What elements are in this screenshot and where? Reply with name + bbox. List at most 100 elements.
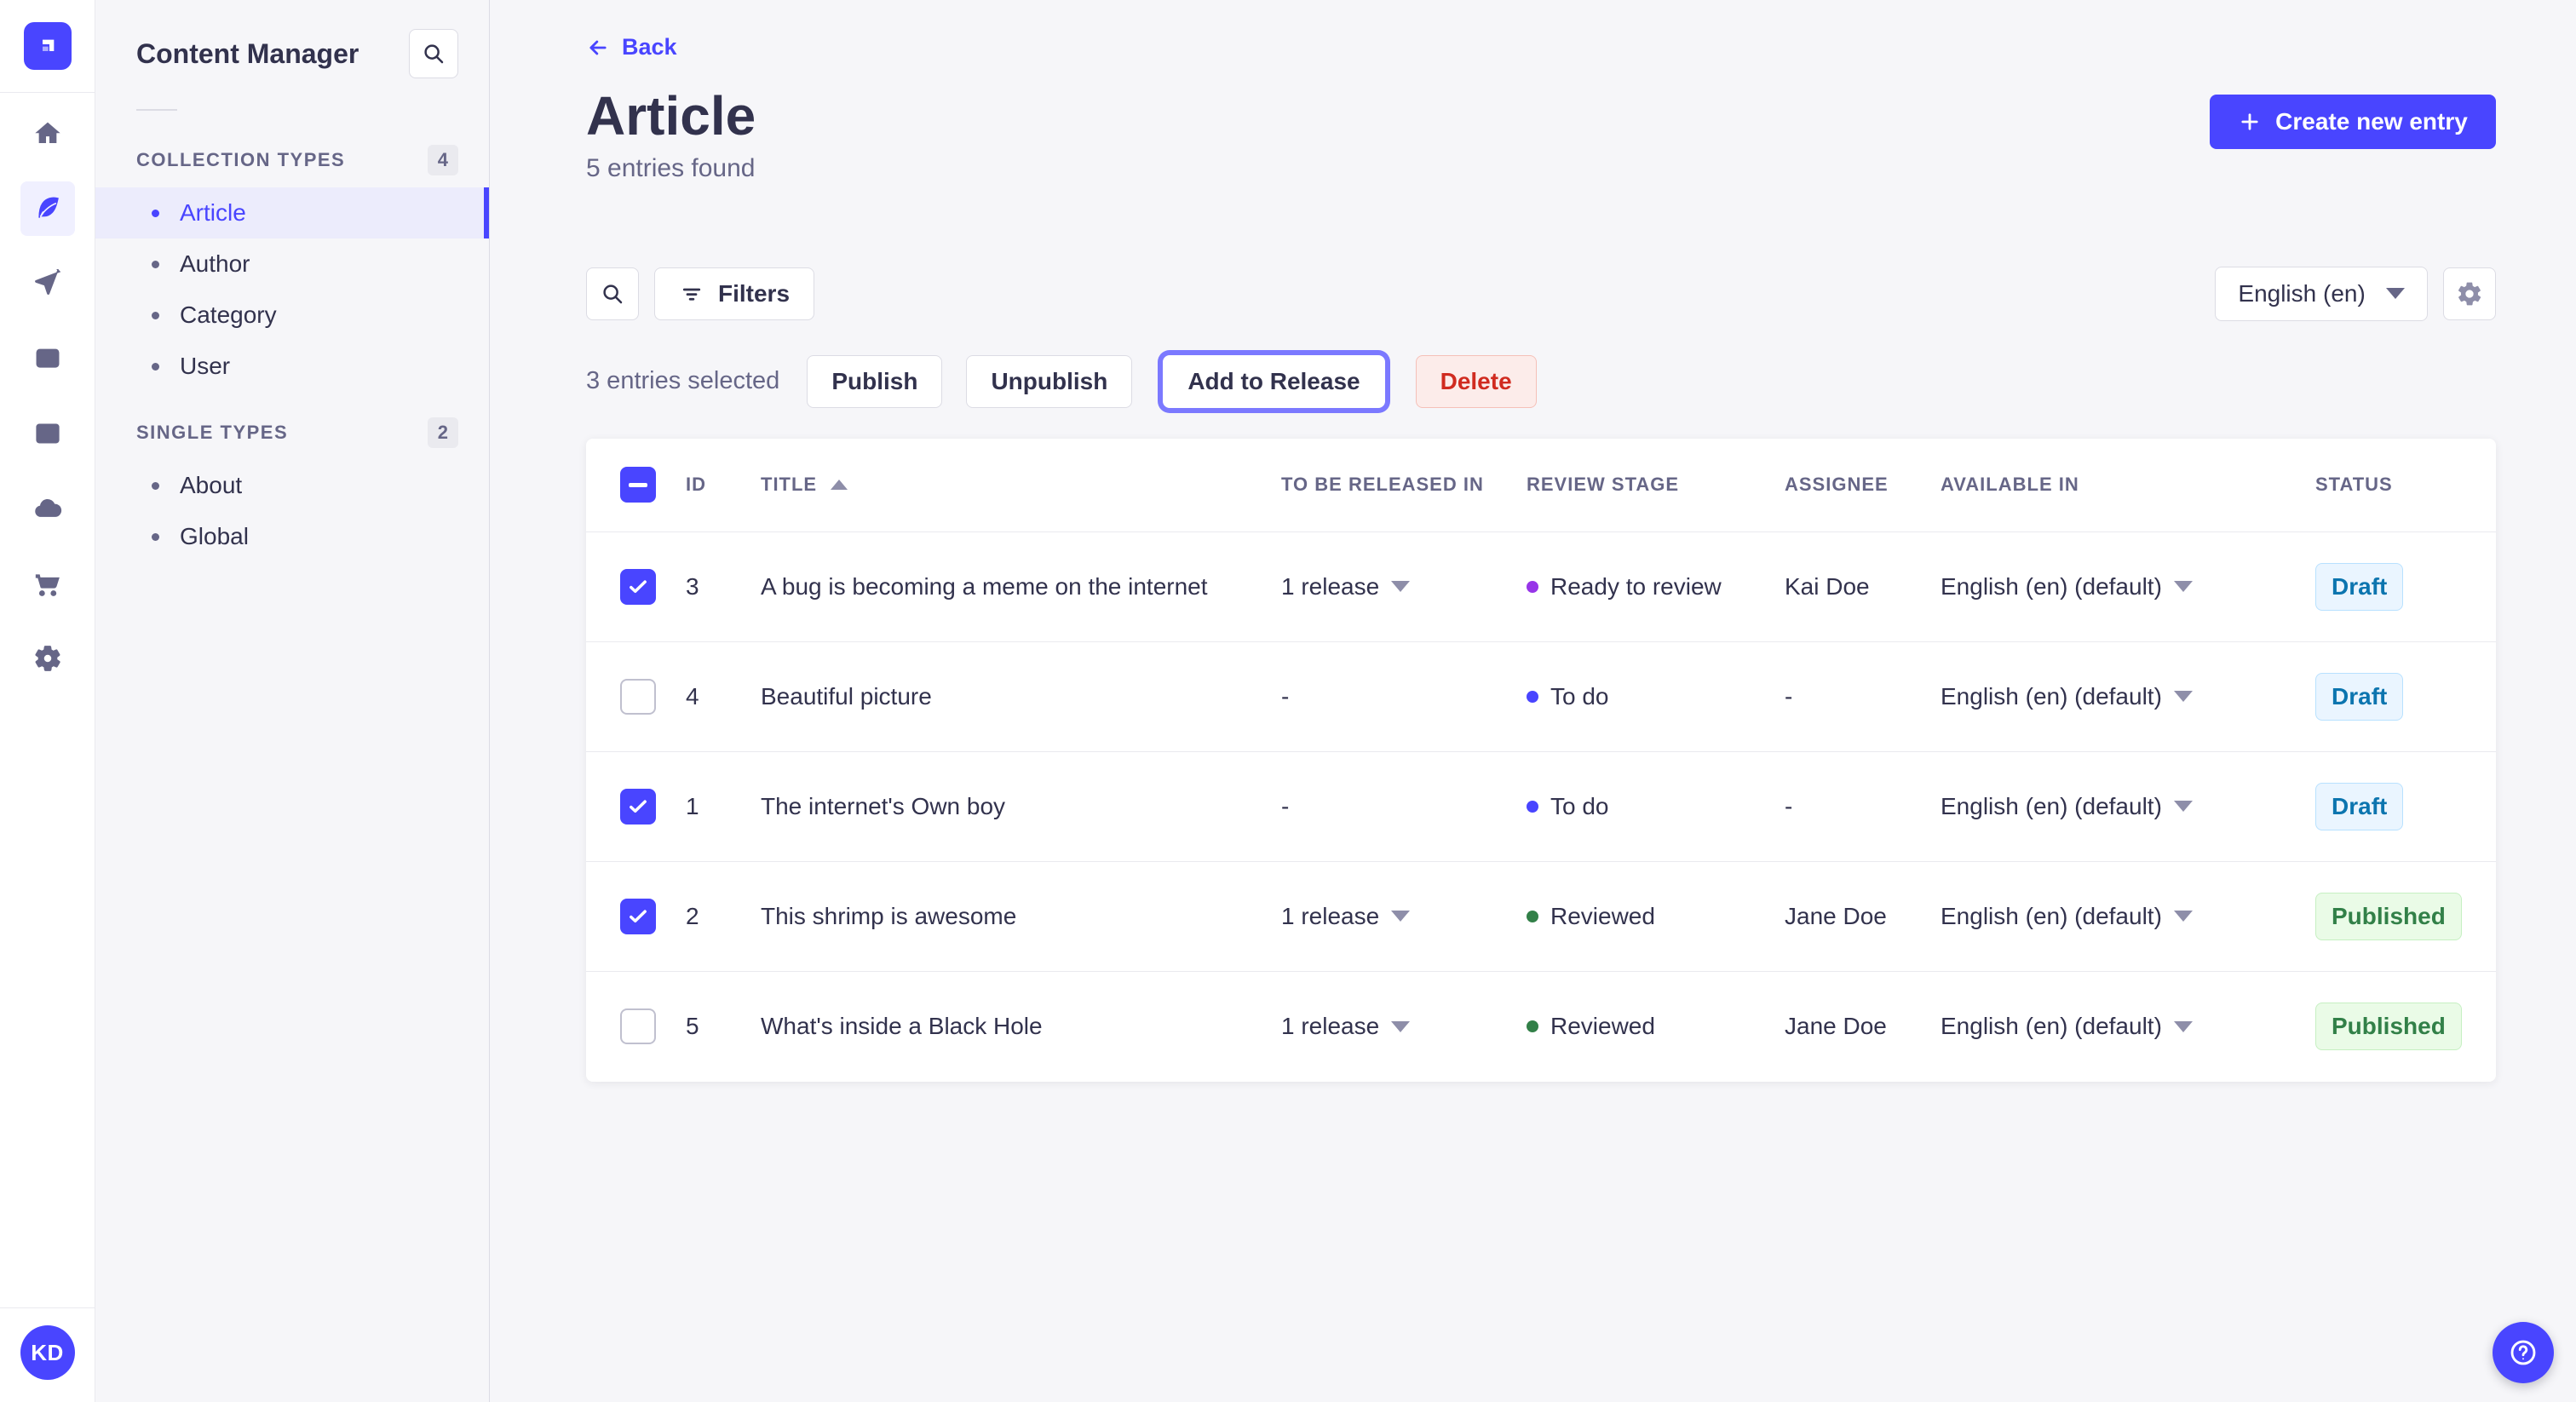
sidebar-item-global[interactable]: Global [95,511,489,562]
cell-assignee: Kai Doe [1785,572,1870,600]
minus-icon [629,482,647,487]
row-checkbox[interactable] [620,568,656,605]
unpublish-button[interactable]: Unpublish [966,354,1133,408]
cell-available-in[interactable]: English (en) (default) [1941,683,2315,710]
row-checkbox[interactable] [620,678,656,715]
check-icon [630,800,647,813]
sidebar-item-about[interactable]: About [95,460,489,511]
check-icon [630,910,647,922]
avatar[interactable]: KD [20,1325,75,1380]
column-header-available-in[interactable]: AVAILABLE IN [1941,474,2315,496]
cell-available-in[interactable]: English (en) (default) [1941,903,2315,930]
cell-title: The internet's Own boy [761,792,1006,819]
status-badge: Published [2315,892,2462,940]
sidebar-item-label: Category [180,302,277,328]
gear-icon [2458,282,2481,306]
divider [136,109,177,111]
page-title: Article [586,84,756,147]
bullet-icon [152,532,159,541]
help-icon [2510,1340,2536,1365]
row-checkbox[interactable] [620,1008,656,1045]
cell-id: 3 [686,572,699,600]
settings-gear-icon[interactable] [20,631,75,686]
sidebar: Content Manager COLLECTION TYPES 4 Artic… [95,0,490,1402]
bullet-icon [152,362,159,371]
sidebar-item-label: Author [180,250,250,277]
app-root: KD Content Manager COLLECTION TYPES 4 Ar… [0,0,2576,1402]
check-icon [630,580,647,593]
media-library-images-icon[interactable] [20,331,75,386]
table-row: 3 A bug is becoming a meme on the intern… [586,532,2496,642]
create-new-entry-button[interactable]: Create new entry [2210,94,2496,149]
filter-icon [682,288,701,301]
sidebar-search-button[interactable] [409,29,458,78]
row-checkbox[interactable] [620,788,656,825]
entries-table: ID TITLE TO BE RELEASED IN REVIEW STAGE … [586,438,2496,1082]
publish-button[interactable]: Publish [807,354,943,408]
cell-title: What's inside a Black Hole [761,1013,1043,1040]
chevron-down-icon [2173,1020,2193,1032]
cell-assignee: - [1785,792,1793,819]
search-icon [424,44,444,64]
collection-types-label: COLLECTION TYPES [136,149,346,170]
column-header-release[interactable]: TO BE RELEASED IN [1281,474,1527,496]
cell-to-be-released-in[interactable]: 1 release [1281,1013,1527,1040]
marketplace-cart-icon[interactable] [20,556,75,611]
strapi-logo-icon[interactable] [23,22,72,70]
cell-id: 5 [686,1013,699,1040]
stage-dot-icon [1527,800,1538,813]
plus-icon [2241,112,2258,130]
cell-review-stage: Reviewed [1527,903,1785,930]
sidebar-item-category[interactable]: Category [95,290,489,341]
delete-button[interactable]: Delete [1415,354,1537,408]
stage-dot-icon [1527,1020,1538,1033]
home-icon[interactable] [20,106,75,161]
cell-to-be-released-in[interactable]: - [1281,683,1527,710]
table-header-row: ID TITLE TO BE RELEASED IN REVIEW STAGE … [586,439,2496,532]
add-to-release-button[interactable]: Add to Release [1163,354,1385,408]
cell-to-be-released-in[interactable]: 1 release [1281,573,1527,600]
bullet-icon [152,311,159,319]
content-type-builder-layout-icon[interactable] [20,406,75,461]
table-row: 4 Beautiful picture - To do - English (e… [586,642,2496,752]
help-button[interactable] [2493,1322,2554,1383]
cell-available-in[interactable]: English (en) (default) [1941,793,2315,820]
main-content: Back Article 5 entries found Create new … [490,0,2576,1402]
collection-types-count-badge: 4 [427,145,458,175]
column-header-review-stage[interactable]: REVIEW STAGE [1527,474,1785,496]
sidebar-item-user[interactable]: User [95,341,489,392]
filters-button[interactable]: Filters [654,267,815,320]
cell-assignee: Jane Doe [1785,1013,1887,1040]
chevron-down-icon [2173,801,2193,813]
cell-id: 1 [686,792,699,819]
sidebar-item-article[interactable]: Article [95,187,489,238]
single-types-list: About Global [95,460,489,562]
stage-dot-icon [1527,580,1538,593]
row-checkbox[interactable] [620,898,656,934]
bullet-icon [152,209,159,217]
deploy-cloud-icon[interactable] [20,481,75,536]
select-all-checkbox[interactable] [620,467,656,503]
single-types-section: SINGLE TYPES 2 About Global [95,417,489,562]
view-settings-button[interactable] [2442,267,2496,320]
column-header-id[interactable]: ID [686,474,761,496]
cell-to-be-released-in[interactable]: - [1281,793,1527,820]
cell-title: A bug is becoming a meme on the internet [761,572,1208,600]
chevron-down-icon [1391,911,1411,922]
chevron-down-icon [1391,1020,1411,1032]
locale-select[interactable]: English (en) [2215,266,2428,321]
back-link[interactable]: Back [586,34,677,60]
active-indicator [484,187,489,238]
cell-to-be-released-in[interactable]: 1 release [1281,903,1527,930]
chevron-down-icon [2385,288,2405,300]
column-header-assignee[interactable]: ASSIGNEE [1785,474,1941,496]
cell-available-in[interactable]: English (en) (default) [1941,573,2315,600]
sidebar-item-author[interactable]: Author [95,238,489,290]
content-manager-feather-icon[interactable] [20,181,75,236]
releases-paper-plane-icon[interactable] [20,256,75,311]
cell-available-in[interactable]: English (en) (default) [1941,1013,2315,1040]
column-header-title[interactable]: TITLE [761,474,1281,496]
status-badge: Draft [2315,782,2404,830]
search-button[interactable] [586,267,639,320]
column-header-status[interactable]: STATUS [2315,474,2462,496]
